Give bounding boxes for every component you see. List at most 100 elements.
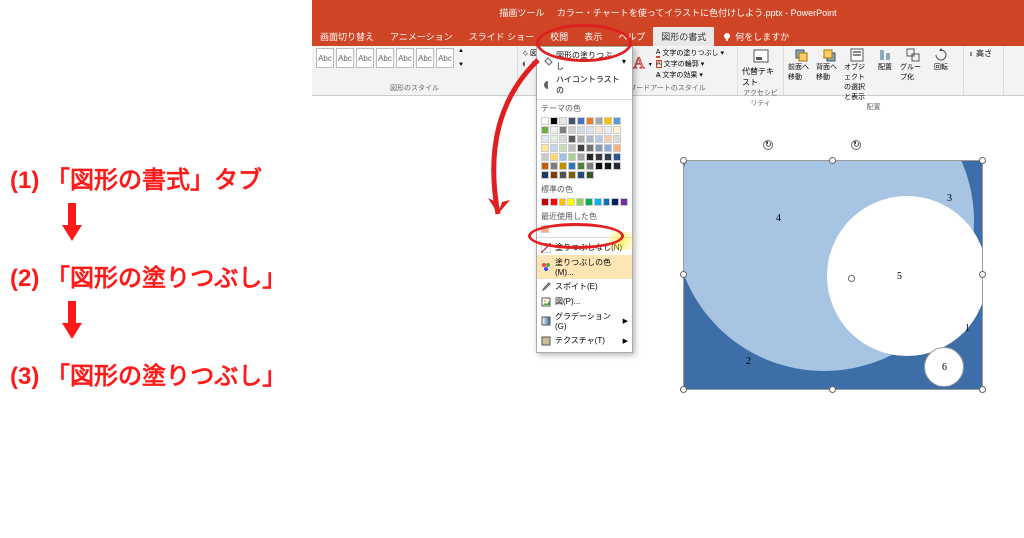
color-swatch[interactable] <box>541 225 549 233</box>
style-preset[interactable]: Abc <box>416 48 434 68</box>
tab-slideshow[interactable]: スライド ショー <box>461 27 543 46</box>
color-swatch[interactable] <box>577 153 585 161</box>
resize-handle[interactable] <box>979 386 986 393</box>
tab-shape-format[interactable]: 図形の書式 <box>653 27 714 46</box>
resize-handle[interactable] <box>979 157 986 164</box>
color-swatch[interactable] <box>613 144 621 152</box>
color-swatch[interactable] <box>586 126 594 134</box>
color-swatch[interactable] <box>550 153 558 161</box>
color-swatch[interactable] <box>559 135 567 143</box>
color-swatch[interactable] <box>559 153 567 161</box>
resize-handle[interactable] <box>680 157 687 164</box>
color-swatch[interactable] <box>586 171 594 179</box>
selected-shape-group[interactable]: 1 2 3 4 5 6 <box>683 160 983 390</box>
color-swatch[interactable] <box>559 126 567 134</box>
no-fill-item[interactable]: 塗りつぶしなし(N) <box>537 240 632 255</box>
color-swatch[interactable] <box>595 126 603 134</box>
color-swatch[interactable] <box>568 117 576 125</box>
tab-help[interactable]: ヘルプ <box>610 27 653 46</box>
resize-handle[interactable] <box>829 157 836 164</box>
send-backward-button[interactable]: 背面へ移動 <box>816 48 842 102</box>
more-fill-colors-item[interactable]: 塗りつぶしの色(M)... <box>537 255 632 279</box>
color-swatch[interactable] <box>604 153 612 161</box>
color-swatch[interactable] <box>550 162 558 170</box>
gradient-fill-item[interactable]: グラデーション(G) ▶ <box>537 309 632 333</box>
height-field[interactable]: 高さ <box>968 48 999 59</box>
color-swatch[interactable] <box>586 162 594 170</box>
color-swatch[interactable] <box>550 171 558 179</box>
style-preset[interactable]: Abc <box>336 48 354 68</box>
resize-handle[interactable] <box>829 386 836 393</box>
style-preset[interactable]: Abc <box>376 48 394 68</box>
color-swatch[interactable] <box>550 126 558 134</box>
resize-handle[interactable] <box>680 386 687 393</box>
color-swatch[interactable] <box>559 171 567 179</box>
tab-transitions[interactable]: 画面切り替え <box>312 27 382 46</box>
color-swatch[interactable] <box>568 153 576 161</box>
tab-tell-me[interactable]: 何をしますか <box>714 27 797 46</box>
align-button[interactable]: 配置 <box>872 48 898 102</box>
color-swatch[interactable] <box>595 135 603 143</box>
color-swatch[interactable] <box>603 198 611 206</box>
style-preset[interactable]: Abc <box>356 48 374 68</box>
text-outline-button[interactable]: A文字の輪郭 ▾ <box>656 59 724 69</box>
color-swatch[interactable] <box>559 144 567 152</box>
color-swatch[interactable] <box>586 117 594 125</box>
color-swatch[interactable] <box>611 198 619 206</box>
color-swatch[interactable] <box>595 162 603 170</box>
color-swatch[interactable] <box>567 198 575 206</box>
color-swatch[interactable] <box>595 153 603 161</box>
alt-text-button[interactable]: 代替テキスト <box>742 48 779 88</box>
style-preset[interactable]: Abc <box>436 48 454 68</box>
color-swatch[interactable] <box>541 171 549 179</box>
color-swatch[interactable] <box>577 162 585 170</box>
color-swatch[interactable] <box>568 144 576 152</box>
color-swatch[interactable] <box>595 144 603 152</box>
text-effects-button[interactable]: A文字の効果 ▾ <box>656 70 724 80</box>
color-swatch[interactable] <box>541 198 549 206</box>
color-swatch[interactable] <box>568 162 576 170</box>
color-swatch[interactable] <box>613 117 621 125</box>
color-swatch[interactable] <box>620 198 628 206</box>
tab-view[interactable]: 表示 <box>576 27 610 46</box>
group-button[interactable]: グループ化 <box>900 48 926 102</box>
color-swatch[interactable] <box>604 135 612 143</box>
color-swatch[interactable] <box>541 144 549 152</box>
color-swatch[interactable] <box>541 153 549 161</box>
color-swatch[interactable] <box>550 144 558 152</box>
scroll-down-icon[interactable]: ▼ <box>458 62 464 68</box>
color-swatch[interactable] <box>595 117 603 125</box>
color-swatch[interactable] <box>568 135 576 143</box>
color-swatch[interactable] <box>586 144 594 152</box>
color-swatch[interactable] <box>577 135 585 143</box>
color-swatch[interactable] <box>541 135 549 143</box>
color-swatch[interactable] <box>586 135 594 143</box>
style-preset[interactable]: Abc <box>316 48 334 68</box>
text-fill-button[interactable]: A文字の塗りつぶし ▾ <box>656 48 724 58</box>
color-swatch[interactable] <box>550 135 558 143</box>
color-swatch[interactable] <box>559 162 567 170</box>
eyedropper-item[interactable]: スポイト(E) <box>537 279 632 294</box>
rotation-handle[interactable] <box>763 140 773 150</box>
color-swatch[interactable] <box>613 126 621 134</box>
color-swatch[interactable] <box>550 117 558 125</box>
color-swatch[interactable] <box>604 144 612 152</box>
scroll-up-icon[interactable]: ▲ <box>458 48 464 54</box>
rotation-handle[interactable] <box>851 140 861 150</box>
style-preset[interactable]: Abc <box>396 48 414 68</box>
resize-handle[interactable] <box>680 271 687 278</box>
color-swatch[interactable] <box>577 126 585 134</box>
color-swatch[interactable] <box>594 198 602 206</box>
color-swatch[interactable] <box>577 171 585 179</box>
color-swatch[interactable] <box>541 126 549 134</box>
resize-handle[interactable] <box>848 275 855 282</box>
tab-review[interactable]: 校閲 <box>542 27 576 46</box>
color-swatch[interactable] <box>613 135 621 143</box>
color-swatch[interactable] <box>568 171 576 179</box>
color-swatch[interactable] <box>613 153 621 161</box>
color-swatch[interactable] <box>604 162 612 170</box>
color-swatch[interactable] <box>585 198 593 206</box>
rotate-button[interactable]: 回転 <box>928 48 954 102</box>
color-swatch[interactable] <box>586 153 594 161</box>
color-swatch[interactable] <box>541 162 549 170</box>
